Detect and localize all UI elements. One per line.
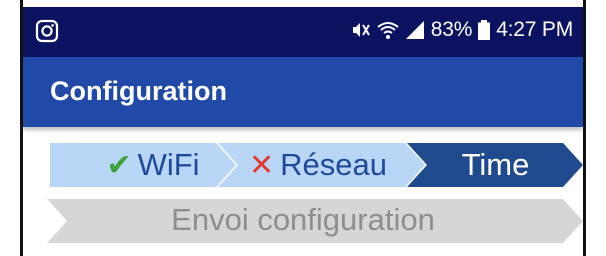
- check-icon: ✔: [106, 148, 132, 182]
- step-time-label: Time: [461, 147, 530, 182]
- phone-screen: 83% 4:27 PM Configuration ✔ WiFi ✕ Résea…: [20, 0, 586, 256]
- step-wifi[interactable]: ✔ WiFi: [93, 143, 213, 187]
- step-time[interactable]: Time: [423, 143, 568, 187]
- step-wifi-label: WiFi: [137, 147, 200, 182]
- step-envoi-configuration[interactable]: Envoi configuration: [53, 198, 553, 242]
- step-reseau-label: Réseau: [280, 147, 387, 182]
- cross-icon: ✕: [249, 148, 275, 182]
- step-reseau[interactable]: ✕ Réseau: [238, 143, 398, 187]
- step-envoi-label: Envoi configuration: [171, 202, 435, 237]
